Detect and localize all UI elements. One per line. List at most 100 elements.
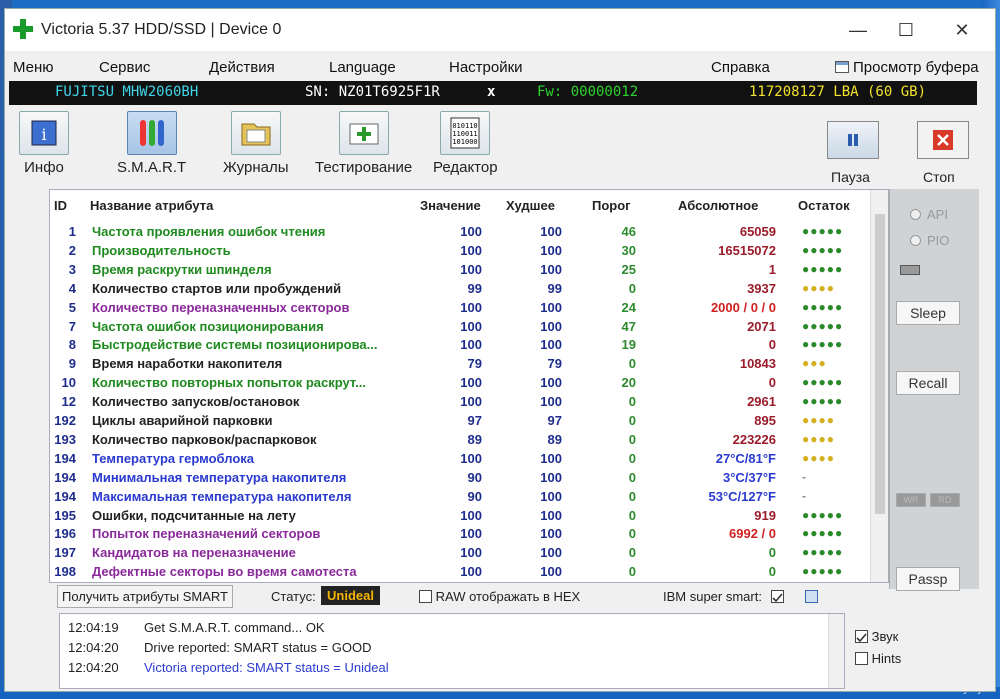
device-close-x[interactable]: x bbox=[487, 84, 495, 100]
rd-button[interactable]: RD bbox=[930, 493, 960, 507]
menu-actions[interactable]: Действия bbox=[209, 59, 275, 76]
log-scrollbar[interactable] bbox=[828, 614, 844, 688]
attr-id: 192 bbox=[54, 413, 76, 428]
table-row[interactable]: 197 Кандидатов на переназначение 100 100 0 0 ●… bbox=[50, 545, 870, 564]
attr-threshold: 0 bbox=[628, 431, 636, 447]
menu-language[interactable]: Language bbox=[329, 59, 396, 76]
attr-worst: 100 bbox=[540, 564, 562, 580]
col-id[interactable]: ID bbox=[54, 198, 67, 213]
table-row[interactable]: 8 Быстродействие системы позиционирова...… bbox=[50, 337, 870, 356]
attr-value: 100 bbox=[460, 224, 482, 239]
app-plus-icon bbox=[13, 19, 33, 39]
menu-main[interactable]: Меню bbox=[13, 59, 54, 76]
table-row[interactable]: 5 Количество переназначенных секторов 100 1… bbox=[50, 300, 870, 319]
menu-bar: Меню Сервис Действия Language Настройки … bbox=[5, 51, 995, 81]
table-row[interactable]: 7 Частота ошибок позиционирования 100 100 47… bbox=[50, 319, 870, 338]
col-name[interactable]: Название атрибута bbox=[90, 198, 213, 213]
attr-name: Дефектные секторы во время самотеста bbox=[92, 564, 357, 580]
hints-checkbox[interactable] bbox=[855, 652, 868, 665]
attr-absolute: 65059 bbox=[739, 224, 776, 239]
attr-value: 79 bbox=[467, 356, 482, 372]
table-row[interactable]: 196 Попыток переназначений секторов 100 100… bbox=[50, 526, 870, 545]
sleep-button[interactable]: Sleep bbox=[896, 301, 960, 325]
side-options: Звук Hints bbox=[851, 621, 961, 691]
table-row[interactable]: 2 Производительность 100 100 30 16515072 ●●●●● bbox=[50, 243, 870, 262]
maximize-button[interactable]: ☐ bbox=[883, 15, 929, 45]
table-row[interactable]: 9 Время наработки накопителя 79 79 0 10843 ●●● bbox=[50, 356, 870, 375]
col-worst[interactable]: Худшее bbox=[506, 198, 555, 213]
api-radio[interactable]: API bbox=[910, 207, 948, 222]
attr-value: 100 bbox=[460, 337, 482, 353]
attr-threshold: 19 bbox=[621, 337, 636, 353]
table-row[interactable]: 194 Температура гермоблока 100 100 0 27°C/81°… bbox=[50, 451, 870, 470]
pio-radio[interactable]: PIO bbox=[910, 233, 949, 248]
raw-hex-checkbox[interactable] bbox=[419, 590, 432, 603]
minimize-button[interactable]: — bbox=[835, 15, 881, 45]
attr-health-dots: - bbox=[802, 469, 807, 484]
table-row[interactable]: 3 Время раскрутки шпинделя 100 100 25 1 ●●●●● bbox=[50, 262, 870, 281]
journals-button[interactable]: Журналы bbox=[223, 111, 289, 176]
attr-absolute: 2071 bbox=[747, 318, 776, 334]
attr-id: 1 bbox=[68, 224, 76, 239]
device-bar: FUJITSU MHW2060BH SN: NZ01T6925F1R x Fw:… bbox=[9, 81, 977, 105]
wr-button[interactable]: WR bbox=[896, 493, 926, 507]
table-row[interactable]: 194 Минимальная температура накопителя 90 1… bbox=[50, 470, 870, 489]
ibm-checkbox[interactable] bbox=[771, 590, 784, 603]
menu-help[interactable]: Справка bbox=[711, 59, 770, 76]
menu-service[interactable]: Сервис bbox=[99, 59, 150, 76]
col-threshold[interactable]: Порог bbox=[592, 198, 631, 213]
attr-worst: 100 bbox=[540, 526, 562, 542]
raw-hex-label: RAW отображать в HEX bbox=[435, 589, 581, 604]
binary-editor-icon: 010110 110011 101000 bbox=[440, 111, 491, 155]
table-row[interactable]: 1 Частота проявления ошибок чтения 100 100 4… bbox=[50, 224, 870, 243]
menu-settings[interactable]: Настройки bbox=[449, 59, 523, 76]
table-row[interactable]: 194 Максимальная температура накопителя 90… bbox=[50, 489, 870, 508]
attr-health-dots: ●●●● bbox=[802, 413, 835, 427]
attr-worst: 89 bbox=[547, 431, 562, 447]
attr-worst: 100 bbox=[540, 261, 562, 277]
ibm-color-swatch[interactable] bbox=[805, 590, 818, 603]
recall-button[interactable]: Recall bbox=[896, 371, 960, 395]
get-smart-button[interactable]: Получить атрибуты SMART bbox=[57, 585, 233, 608]
attr-name: Частота проявления ошибок чтения bbox=[92, 224, 326, 239]
attr-value: 100 bbox=[460, 318, 482, 334]
attr-worst: 97 bbox=[547, 413, 562, 428]
table-row[interactable]: 198 Дефектные секторы во время самотеста 1… bbox=[50, 564, 870, 583]
smart-button[interactable]: S.M.A.R.T bbox=[117, 111, 186, 176]
stop-button[interactable] bbox=[917, 121, 969, 159]
sound-option[interactable]: Звук bbox=[855, 629, 898, 644]
attr-health-dots: ●●●●● bbox=[802, 526, 844, 541]
table-row[interactable]: 12 Количество запусков/остановок 100 100 0 29… bbox=[50, 394, 870, 413]
table-row[interactable]: 10 Количество повторных попыток раскрут..… bbox=[50, 375, 870, 394]
table-row[interactable]: 195 Ошибки, подсчитанные на лету 100 100 0 91… bbox=[50, 508, 870, 527]
hints-option[interactable]: Hints bbox=[855, 651, 901, 666]
editor-button[interactable]: 010110 110011 101000 Редактор bbox=[433, 111, 498, 176]
col-remaining[interactable]: Остаток bbox=[798, 198, 850, 213]
pause-button[interactable] bbox=[827, 121, 879, 159]
passp-button[interactable]: Passp bbox=[896, 567, 960, 591]
col-absolute[interactable]: Абсолютное bbox=[678, 198, 758, 213]
col-value[interactable]: Значение bbox=[420, 198, 481, 213]
testing-button[interactable]: Тестирование bbox=[315, 111, 412, 176]
raw-hex-option[interactable]: RAW отображать в HEX bbox=[419, 589, 580, 604]
sound-checkbox[interactable] bbox=[855, 630, 868, 643]
attr-threshold: 0 bbox=[628, 280, 636, 296]
attr-value: 100 bbox=[460, 545, 482, 561]
attr-name: Циклы аварийной парковки bbox=[92, 413, 273, 428]
close-button[interactable]: ✕ bbox=[939, 15, 985, 45]
table-scrollbar[interactable] bbox=[870, 190, 888, 582]
attr-health-dots: ●●●●● bbox=[802, 337, 844, 352]
log-entry: 12:04:20 Drive reported: SMART status = G… bbox=[68, 640, 371, 655]
info-button[interactable]: i Инфо bbox=[19, 111, 69, 176]
scrollbar-thumb[interactable] bbox=[875, 214, 885, 514]
table-row[interactable]: 4 Количество стартов или пробуждений 99 99 0… bbox=[50, 281, 870, 300]
attr-worst: 100 bbox=[540, 318, 562, 334]
attr-threshold: 0 bbox=[628, 356, 636, 372]
attr-health-dots: ●●●●● bbox=[802, 318, 844, 333]
table-row[interactable]: 192 Циклы аварийной парковки 97 97 0 895 ●●●● bbox=[50, 413, 870, 432]
attr-worst: 99 bbox=[547, 280, 562, 296]
attr-health-dots: ●●●●● bbox=[802, 299, 844, 314]
table-row[interactable]: 193 Количество парковок/распарковок 89 89 0 2… bbox=[50, 432, 870, 451]
attr-threshold: 25 bbox=[621, 261, 636, 277]
menu-buffer-view[interactable]: Просмотр буфера bbox=[835, 59, 979, 76]
